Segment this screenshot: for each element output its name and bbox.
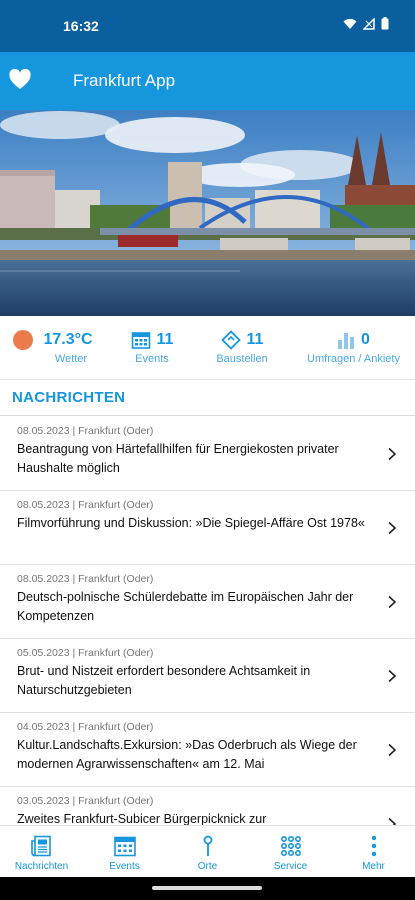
grid-icon	[280, 835, 301, 857]
app-title: Frankfurt App	[73, 71, 176, 90]
bar-chart-icon	[338, 333, 355, 349]
construction-label: Baustellen	[216, 353, 268, 365]
news-item[interactable]: 08.05.2023 | Frankfurt (Oder) Deutsch-po…	[0, 565, 415, 639]
nav-label: Service	[273, 861, 308, 872]
construction-value: 11	[246, 331, 264, 348]
status-bar: 16:32	[0, 0, 415, 52]
wifi-icon	[343, 18, 357, 29]
status-time: 16:32	[63, 18, 99, 34]
news-item[interactable]: 04.05.2023 | Frankfurt (Oder) Kultur.Lan…	[0, 713, 415, 787]
gesture-bar	[0, 877, 415, 900]
surveys-stat[interactable]: 0 Umfragen / Ankiety	[292, 316, 415, 379]
events-value: 11	[156, 331, 174, 348]
status-icons	[343, 17, 389, 30]
news-meta: 08.05.2023 | Frankfurt (Oder)	[17, 573, 154, 585]
news-headline: Zweites Frankfurt-Subicer Bürgerpicknick…	[17, 812, 267, 825]
home-indicator[interactable]	[152, 886, 262, 890]
news-headline: Beantragung von Härtefallhilfen für Ener…	[17, 442, 339, 475]
news-meta: 08.05.2023 | Frankfurt (Oder)	[17, 425, 154, 437]
nav-label: Orte	[197, 861, 218, 872]
city-hero-image	[0, 110, 415, 316]
chevron-right-icon	[388, 447, 397, 461]
nav-nachrichten[interactable]: Nachrichten	[0, 826, 83, 877]
news-meta: 08.05.2023 | Frankfurt (Oder)	[17, 499, 154, 511]
nav-label: Nachrichten	[14, 861, 69, 872]
news-list: 08.05.2023 | Frankfurt (Oder) Beantragun…	[0, 417, 415, 825]
stats-row: 17.3°C Wetter 11 Events 11 Baustellen 0 …	[0, 316, 415, 380]
construction-icon	[220, 330, 241, 350]
section-title: NACHRICHTEN	[12, 389, 126, 406]
weather-stat[interactable]: 17.3°C Wetter	[0, 316, 112, 379]
news-meta: 05.05.2023 | Frankfurt (Oder)	[17, 647, 154, 659]
news-headline: Deutsch-polnische Schülerdebatte im Euro…	[17, 590, 354, 623]
chevron-right-icon	[388, 595, 397, 609]
nav-mehr[interactable]: Mehr	[332, 826, 415, 877]
calendar-icon	[113, 836, 136, 857]
news-headline: Kultur.Landschafts.Exkursion: »Das Oderb…	[17, 738, 357, 771]
nav-label: Events	[109, 861, 140, 872]
bottom-navigation: Nachrichten Events Orte Service Mehr	[0, 825, 415, 877]
news-item[interactable]: 05.05.2023 | Frankfurt (Oder) Brut- und …	[0, 639, 415, 713]
events-stat[interactable]: 11 Events	[112, 316, 192, 379]
news-headline: Brut- und Nistzeit erfordert besondere A…	[17, 664, 311, 697]
chevron-right-icon	[388, 669, 397, 683]
chevron-right-icon	[388, 817, 397, 825]
calendar-icon	[131, 332, 150, 349]
news-item[interactable]: 03.05.2023 | Frankfurt (Oder) Zweites Fr…	[0, 787, 415, 825]
cellular-signal-icon	[363, 17, 375, 30]
news-item[interactable]: 08.05.2023 | Frankfurt (Oder) Beantragun…	[0, 417, 415, 491]
surveys-value: 0	[361, 331, 370, 348]
events-label: Events	[135, 353, 169, 365]
news-item[interactable]: 08.05.2023 | Frankfurt (Oder) Filmvorfüh…	[0, 491, 415, 565]
nav-service[interactable]: Service	[249, 826, 332, 877]
news-headline: Filmvorführung und Diskussion: »Die Spie…	[17, 516, 365, 530]
surveys-label: Umfragen / Ankiety	[307, 353, 400, 365]
weather-label: Wetter	[54, 353, 88, 365]
more-vertical-icon	[371, 835, 376, 857]
sun-icon	[13, 330, 34, 350]
battery-icon	[381, 17, 389, 30]
chevron-right-icon	[388, 743, 397, 757]
weather-value: 17.3°C	[43, 331, 93, 348]
nav-label: Mehr	[362, 861, 385, 872]
news-meta: 04.05.2023 | Frankfurt (Oder)	[17, 721, 154, 733]
nav-events[interactable]: Events	[83, 826, 166, 877]
news-meta: 03.05.2023 | Frankfurt (Oder)	[17, 795, 154, 807]
nav-orte[interactable]: Orte	[166, 826, 249, 877]
newspaper-icon	[30, 835, 51, 857]
pin-icon	[203, 835, 212, 856]
heart-icon[interactable]	[8, 68, 32, 92]
chevron-right-icon	[388, 521, 397, 535]
news-section-header: NACHRICHTEN	[0, 380, 415, 416]
app-bar: Frankfurt App	[0, 52, 415, 110]
construction-stat[interactable]: 11 Baustellen	[192, 316, 292, 379]
